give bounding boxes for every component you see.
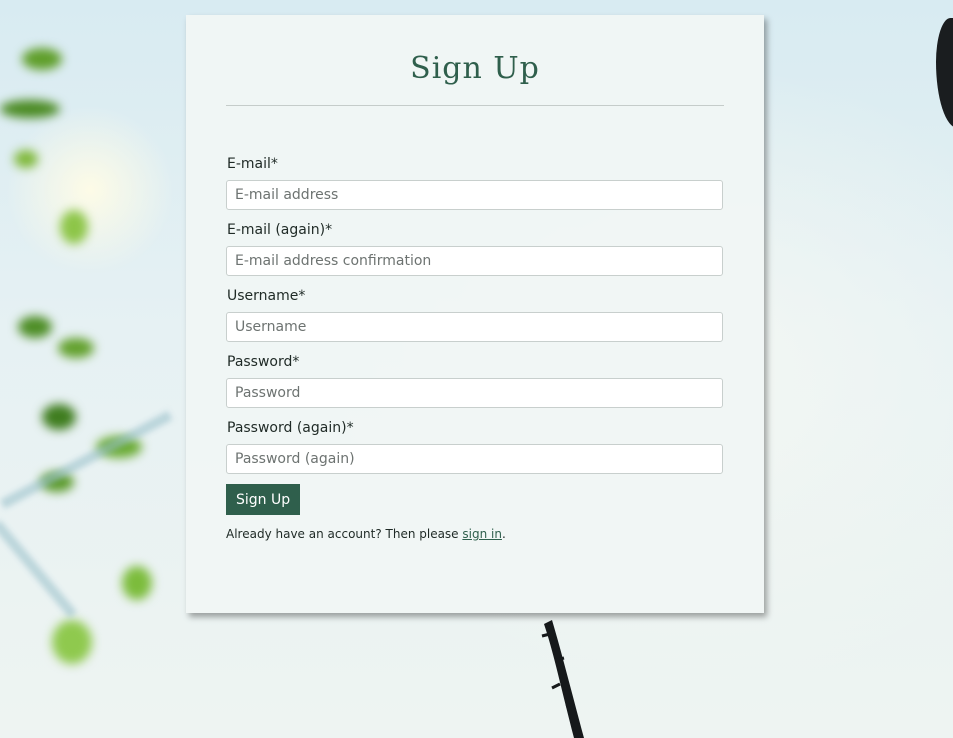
dark-stem	[541, 620, 584, 738]
password-label: Password*	[227, 354, 300, 370]
email-label: E-mail*	[227, 156, 278, 172]
username-label: Username*	[227, 288, 306, 304]
email-confirm-field[interactable]	[226, 246, 723, 276]
signin-suffix: .	[501, 527, 506, 541]
blurred-branch	[0, 520, 78, 619]
leaf-decoration	[18, 316, 52, 338]
signin-prefix: Already have an account? Then please	[226, 527, 463, 541]
leaf-decoration	[22, 48, 62, 70]
leaf-decoration	[0, 100, 60, 118]
title-divider	[226, 105, 724, 106]
leaf-decoration	[122, 566, 152, 600]
leaf-decoration	[58, 338, 94, 358]
leaf-decoration	[60, 210, 88, 244]
password-field[interactable]	[226, 378, 723, 408]
sign-in-link[interactable]: sign in	[462, 527, 502, 541]
dark-branch	[936, 18, 953, 128]
leaf-decoration	[42, 404, 76, 430]
leaf-decoration	[14, 150, 38, 168]
page-title: Sign Up	[410, 51, 540, 86]
leaf-decoration	[52, 620, 92, 664]
signin-prompt: Already have an account? Then please sig…	[226, 527, 724, 541]
sign-up-button[interactable]: Sign Up	[226, 484, 301, 515]
password-confirm-field[interactable]	[226, 444, 723, 474]
username-field[interactable]	[226, 312, 723, 342]
password-confirm-label: Password (again)*	[227, 420, 354, 436]
email-confirm-label: E-mail (again)*	[227, 222, 333, 238]
blurred-branch	[0, 410, 173, 509]
signup-form: E-mail* E-mail (again)* Username* Passwo…	[226, 156, 724, 541]
email-field[interactable]	[226, 180, 723, 210]
signup-card: Sign Up E-mail* E-mail (again)* Username…	[186, 15, 764, 613]
